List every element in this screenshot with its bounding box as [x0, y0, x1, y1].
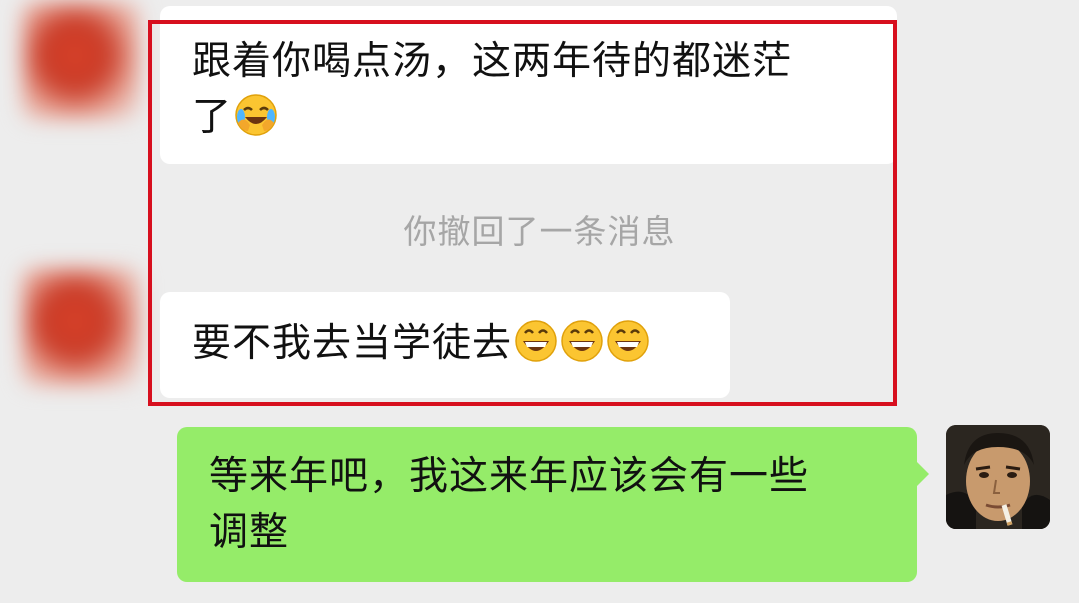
message-line: 等来年吧，我这来年应该会有一些 — [209, 454, 810, 499]
outgoing-message-bubble[interactable]: 等来年吧，我这来年应该会有一些 调整 — [177, 427, 917, 582]
contact-avatar[interactable] — [22, 2, 140, 120]
self-avatar-image — [946, 425, 1050, 529]
message-line: 调整 — [209, 510, 290, 555]
highlight-annotation-box — [148, 20, 897, 406]
bubble-tail — [917, 462, 929, 486]
message-text: 等来年吧，我这来年应该会有一些 调整 — [209, 449, 809, 561]
self-avatar[interactable] — [946, 425, 1050, 529]
contact-avatar[interactable] — [22, 268, 140, 386]
